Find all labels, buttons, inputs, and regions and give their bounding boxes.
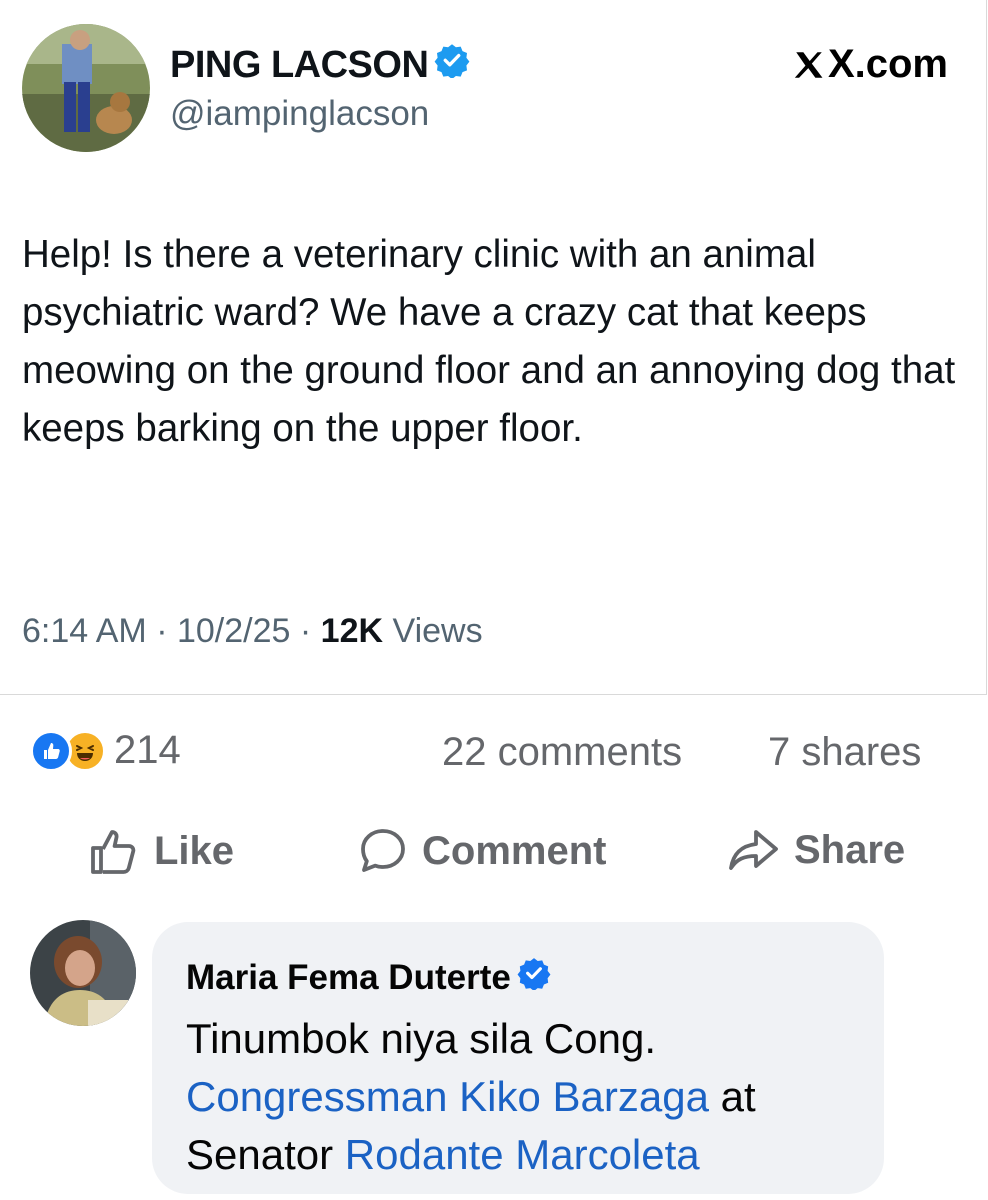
comment-author[interactable]: Maria Fema Duterte — [186, 956, 551, 999]
comments-count-link[interactable]: 22 comments — [442, 730, 682, 775]
share-button[interactable]: Share — [726, 826, 905, 874]
reactions-count[interactable]: 214 — [114, 728, 181, 773]
speech-bubble-icon — [361, 829, 405, 872]
meta-separator: · — [299, 612, 312, 650]
tweet-time: 6:14 AM — [22, 612, 147, 650]
x-brand-text: X.com — [827, 42, 948, 86]
comment-text: Tinumbok niya sila Cong. Congressman Kiko… — [186, 1010, 876, 1184]
x-brand-label: X.com — [792, 42, 948, 87]
tweet-author-name-text[interactable]: PING LACSON — [170, 44, 429, 87]
embedded-tweet-card[interactable]: PING LACSON @iampinglacson X.com Help! I… — [0, 0, 987, 695]
mention-link[interactable]: Congressman Kiko Barzaga — [186, 1073, 709, 1120]
like-button-label[interactable]: Like — [154, 829, 234, 874]
comment-text-part: at — [720, 1073, 756, 1120]
verified-badge-icon — [517, 956, 551, 999]
share-button-label[interactable]: Share — [794, 828, 905, 873]
comment-author-name[interactable]: Maria Fema Duterte — [186, 958, 511, 998]
like-reaction-icon — [30, 729, 72, 772]
tweet-metadata: 6:14 AM · 10/2/25 · 12K Views — [22, 612, 483, 651]
comment-text-part: Tinumbok niya sila Cong. — [186, 1015, 656, 1062]
comment-bubble: Maria Fema Duterte Tinumbok niya sila Co… — [152, 922, 884, 1194]
comment-button[interactable]: Comment — [358, 826, 606, 876]
comment-text-part: Senator — [186, 1131, 334, 1178]
tweet-views-count: 12K — [320, 612, 384, 650]
reactions-summary[interactable]: 214 — [30, 728, 181, 773]
tweet-views-label: Views — [392, 612, 483, 650]
comment-button-label[interactable]: Comment — [422, 829, 606, 874]
commenter-avatar[interactable] — [30, 920, 136, 1026]
meta-separator: · — [156, 612, 168, 650]
mention-link[interactable]: Rodante Marcoleta — [345, 1131, 700, 1178]
verified-badge-icon — [434, 42, 470, 88]
tweet-author-avatar[interactable] — [22, 24, 150, 152]
tweet-author-name[interactable]: PING LACSON — [170, 42, 470, 88]
share-arrow-icon — [729, 830, 778, 870]
like-button[interactable]: Like — [88, 826, 234, 876]
tweet-author-handle[interactable]: @iampinglacson — [170, 94, 429, 134]
post-action-bar: Like Comment Share — [0, 820, 988, 880]
tweet-body-text: Help! Is there a veterinary clinic with … — [22, 233, 956, 450]
tweet-date: 10/2/25 — [176, 612, 291, 650]
shares-count-link[interactable]: 7 shares — [768, 730, 921, 775]
x-logo-icon — [794, 51, 823, 78]
thumbs-up-icon — [91, 830, 136, 874]
